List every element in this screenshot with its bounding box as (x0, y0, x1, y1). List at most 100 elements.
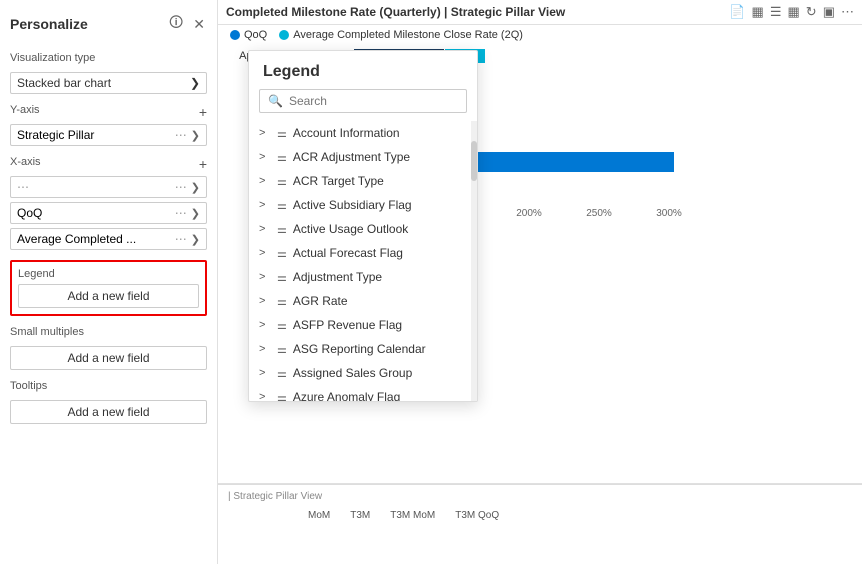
bottom-tab-mom[interactable]: MoM (308, 510, 330, 521)
expand-arrow-icon: > (259, 127, 271, 139)
chart-toolbar: Completed Milestone Rate (Quarterly) | S… (218, 0, 862, 25)
personalize-panel: Personalize 🛈 ✕ Visualization type Stack… (0, 0, 218, 564)
y-axis-add-button[interactable]: + (199, 104, 207, 120)
expand-arrow-icon: > (259, 271, 271, 283)
panel-info-icon[interactable]: 🛈 (167, 10, 185, 38)
panel-title: Personalize (10, 16, 88, 32)
y-axis-chevron-icon: ❯ (191, 129, 200, 142)
table-icon: ⚌ (277, 391, 287, 402)
tooltips-section: Tooltips Add a new field (10, 380, 207, 424)
table-icon: ⚌ (277, 199, 287, 212)
dropdown-item[interactable]: > ⚌ ASG Reporting Calendar (249, 337, 477, 361)
y-axis-value: Strategic Pillar (17, 128, 94, 142)
dropdown-item[interactable]: > ⚌ Account Information (249, 121, 477, 145)
toolbar-undo-icon[interactable]: ↻ (806, 4, 817, 20)
x-axis-header: X-axis + (10, 156, 207, 172)
viz-type-value: Stacked bar chart (17, 76, 111, 90)
x-axis-row3-dots-icon: ⋯ (175, 232, 187, 246)
expand-arrow-icon: > (259, 199, 271, 211)
bottom-tab-t3m[interactable]: T3M (350, 510, 370, 521)
dropdown-item[interactable]: > ⚌ ACR Target Type (249, 169, 477, 193)
dropdown-item[interactable]: > ⚌ ACR Adjustment Type (249, 145, 477, 169)
chart-legend-row: QoQ Average Completed Milestone Close Ra… (218, 25, 862, 45)
table-icon: ⚌ (277, 367, 287, 380)
bottom-tab-t3mmom[interactable]: T3M MoM (390, 510, 435, 521)
x-axis-row-1[interactable]: ⋯ ⋯ ❯ (10, 176, 207, 198)
toolbar-chart-icon[interactable]: ▦ (788, 4, 800, 20)
toolbar-expand-icon[interactable]: ▣ (823, 4, 835, 20)
legend-add-field-button[interactable]: Add a new field (18, 284, 199, 308)
dropdown-item[interactable]: > ⚌ ASFP Revenue Flag (249, 313, 477, 337)
bottom-area: | Strategic Pillar View MoM T3M T3M MoM … (218, 484, 862, 564)
legend-section: Legend Add a new field (10, 260, 207, 316)
dropdown-item[interactable]: > ⚌ Active Subsidiary Flag (249, 193, 477, 217)
toolbar-icons: 📄 ▦ ☰ ▦ ↻ ▣ ⋯ (729, 4, 854, 20)
expand-arrow-icon: > (259, 367, 271, 379)
viz-type-chevron-icon: ❯ (190, 76, 200, 90)
toolbar-copy-icon[interactable]: ▦ (752, 4, 764, 20)
x-axis-row2-chevron-icon: ❯ (191, 207, 200, 220)
toolbar-pointer-icon[interactable]: 📄 (729, 4, 745, 20)
expand-arrow-icon: > (259, 343, 271, 355)
dropdown-search-box[interactable]: 🔍 (259, 89, 467, 113)
x-axis-add-button[interactable]: + (199, 156, 207, 172)
legend-item-qoq: QoQ (230, 29, 267, 41)
right-area: Completed Milestone Rate (Quarterly) | S… (218, 0, 862, 564)
x-label-4: 300% (634, 208, 704, 219)
panel-icon-group: 🛈 ✕ (167, 10, 207, 38)
search-icon: 🔍 (268, 94, 283, 108)
tooltips-label: Tooltips (10, 380, 207, 392)
y-axis-value-row[interactable]: Strategic Pillar ⋯ ❯ (10, 124, 207, 146)
dropdown-item[interactable]: > ⚌ Actual Forecast Flag (249, 241, 477, 265)
toolbar-more-icon[interactable]: ⋯ (841, 4, 854, 20)
small-multiples-add-field-button[interactable]: Add a new field (10, 346, 207, 370)
x-axis-row1-chevron-icon: ❯ (191, 181, 200, 194)
dropdown-item[interactable]: > ⚌ Adjustment Type (249, 265, 477, 289)
x-axis-row1-dots-icon: ⋯ (17, 180, 29, 194)
viz-type-dropdown[interactable]: Stacked bar chart ❯ (10, 72, 207, 94)
panel-close-icon[interactable]: ✕ (191, 10, 207, 38)
x-axis-section: X-axis + ⋯ ⋯ ❯ QoQ ⋯ ❯ Average Completed… (10, 156, 207, 250)
x-axis-row-3[interactable]: Average Completed ... ⋯ ❯ (10, 228, 207, 250)
x-axis-row1-more-icon: ⋯ (175, 180, 187, 194)
viz-type-section: Visualization type Stacked bar chart ❯ (10, 52, 207, 94)
dropdown-item[interactable]: > ⚌ Azure Anomaly Flag (249, 385, 477, 401)
bottom-tab-t3mqoq[interactable]: T3M QoQ (455, 510, 499, 521)
toolbar-filter-icon[interactable]: ☰ (770, 4, 782, 20)
legend-label-qoq: QoQ (244, 29, 267, 41)
small-multiples-section: Small multiples Add a new field (10, 326, 207, 370)
x-axis-label: X-axis (10, 156, 41, 168)
legend-item-avg: Average Completed Milestone Close Rate (… (279, 29, 523, 41)
tooltips-add-field-button[interactable]: Add a new field (10, 400, 207, 424)
legend-label-avg: Average Completed Milestone Close Rate (… (293, 29, 523, 41)
x-axis-row3-value: Average Completed ... (17, 232, 136, 246)
table-icon: ⚌ (277, 247, 287, 260)
y-axis-header: Y-axis + (10, 104, 207, 120)
legend-label: Legend (18, 268, 199, 280)
panel-header: Personalize 🛈 ✕ (10, 10, 207, 38)
legend-dot-avg (279, 30, 289, 40)
dropdown-header: Legend (249, 51, 477, 89)
x-axis-row2-dots-icon: ⋯ (175, 206, 187, 220)
dropdown-item[interactable]: > ⚌ AGR Rate (249, 289, 477, 313)
legend-dot-qoq (230, 30, 240, 40)
expand-arrow-icon: > (259, 223, 271, 235)
x-axis-row3-chevron-icon: ❯ (191, 233, 200, 246)
dropdown-item[interactable]: > ⚌ Assigned Sales Group (249, 361, 477, 385)
y-axis-label: Y-axis (10, 104, 40, 116)
table-icon: ⚌ (277, 319, 287, 332)
table-icon: ⚌ (277, 295, 287, 308)
search-input[interactable] (289, 94, 458, 108)
expand-arrow-icon: > (259, 319, 271, 331)
expand-arrow-icon: > (259, 151, 271, 163)
expand-arrow-icon: > (259, 295, 271, 307)
viz-type-label: Visualization type (10, 52, 207, 64)
x-label-2: 200% (494, 208, 564, 219)
table-icon: ⚌ (277, 151, 287, 164)
dropdown-item[interactable]: > ⚌ Active Usage Outlook (249, 217, 477, 241)
y-axis-section: Y-axis + Strategic Pillar ⋯ ❯ (10, 104, 207, 146)
expand-arrow-icon: > (259, 175, 271, 187)
table-icon: ⚌ (277, 223, 287, 236)
x-axis-row-2[interactable]: QoQ ⋯ ❯ (10, 202, 207, 224)
expand-arrow-icon: > (259, 391, 271, 401)
